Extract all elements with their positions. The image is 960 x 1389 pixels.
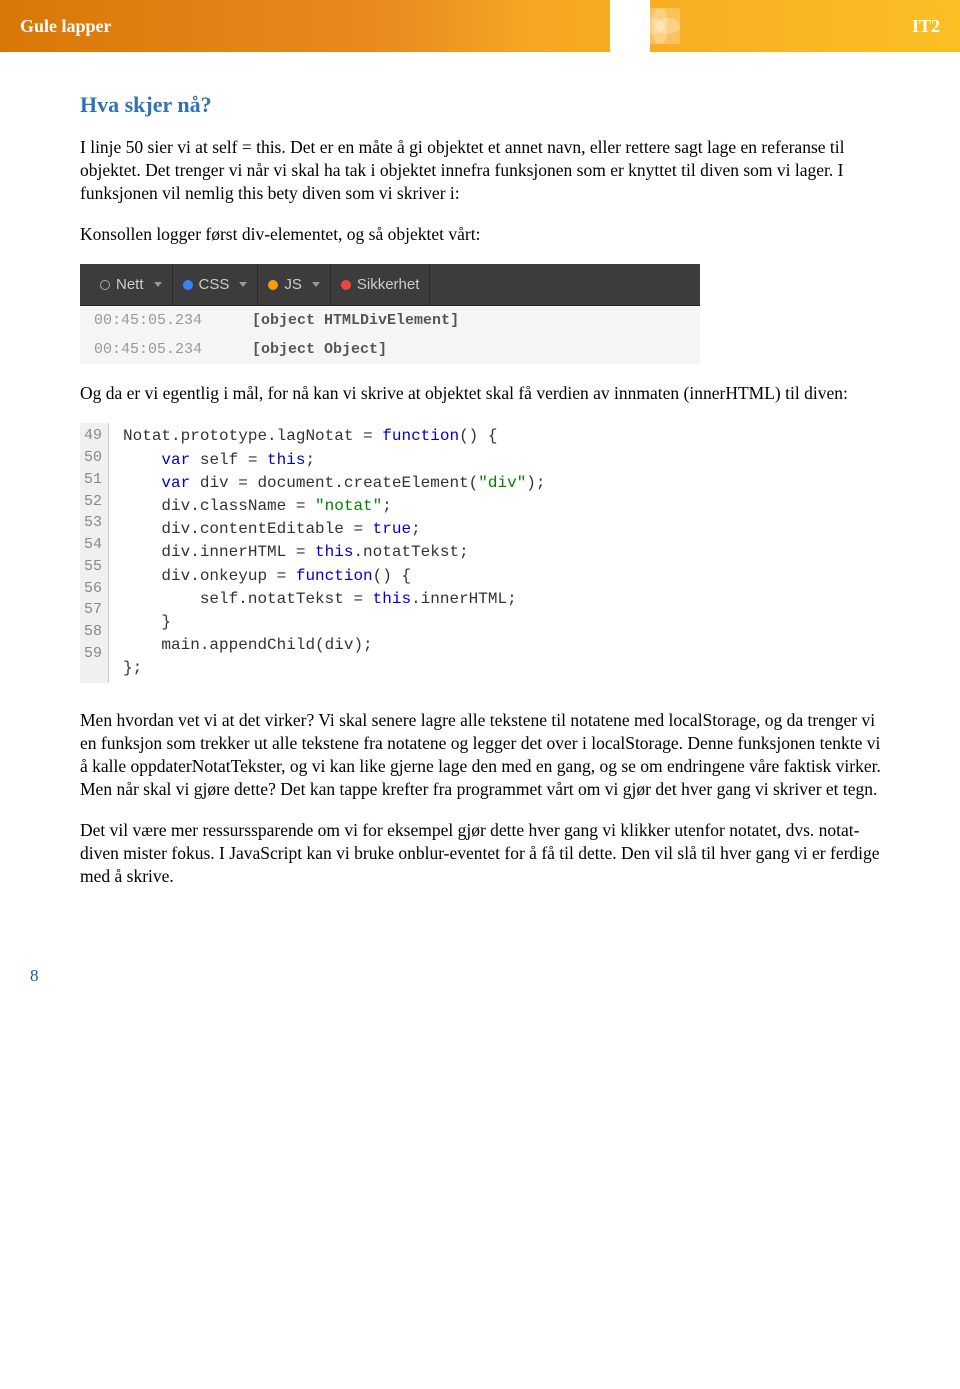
chevron-down-icon xyxy=(239,282,247,287)
header-title-left: Gule lapper xyxy=(20,16,112,37)
page-content: Hva skjer nå? I linje 50 sier vi at self… xyxy=(0,52,960,966)
tab-sikkerhet[interactable]: Sikkerhet xyxy=(331,264,431,305)
console-row: 00:45:05.234 [object Object] xyxy=(80,335,700,364)
console-row: 00:45:05.234 [object HTMLDivElement] xyxy=(80,306,700,335)
console-screenshot: Nett CSS JS Sikkerhet 00:45:05.234 [obje xyxy=(80,264,700,364)
timestamp: 00:45:05.234 xyxy=(94,341,202,358)
section-heading: Hva skjer nå? xyxy=(80,92,890,118)
tab-label: JS xyxy=(284,276,302,293)
timestamp: 00:45:05.234 xyxy=(94,312,202,329)
circle-icon xyxy=(183,280,193,290)
line-number-gutter: 49 50 51 52 53 54 55 56 57 58 59 xyxy=(80,423,109,682)
paragraph: Det vil være mer ressurssparende om vi f… xyxy=(80,819,890,888)
tab-label: Nett xyxy=(116,276,144,293)
console-output: 00:45:05.234 [object HTMLDivElement] 00:… xyxy=(80,306,700,364)
tab-nett[interactable]: Nett xyxy=(90,264,173,305)
log-message: [object Object] xyxy=(252,341,387,358)
code-content: Notat.prototype.lagNotat = function() { … xyxy=(109,423,545,682)
console-tabs: Nett CSS JS Sikkerhet xyxy=(80,264,700,306)
circle-icon xyxy=(100,280,110,290)
tab-label: Sikkerhet xyxy=(357,276,420,293)
tab-js[interactable]: JS xyxy=(258,264,331,305)
paragraph: Konsollen logger først div-elementet, og… xyxy=(80,223,890,246)
tab-label: CSS xyxy=(199,276,230,293)
circle-icon xyxy=(341,280,351,290)
circle-icon xyxy=(268,280,278,290)
tab-css[interactable]: CSS xyxy=(173,264,259,305)
header-title-right: IT2 xyxy=(912,16,940,37)
log-message: [object HTMLDivElement] xyxy=(252,312,459,329)
chevron-down-icon xyxy=(312,282,320,287)
page-footer: 8 xyxy=(0,966,960,1006)
paragraph: Og da er vi egentlig i mål, for nå kan v… xyxy=(80,382,890,405)
code-screenshot: 49 50 51 52 53 54 55 56 57 58 59 Notat.p… xyxy=(80,423,650,682)
chevron-down-icon xyxy=(154,282,162,287)
page-number: 8 xyxy=(30,966,39,986)
paragraph: I linje 50 sier vi at self = this. Det e… xyxy=(80,136,890,205)
page-header: Gule lapper IT2 xyxy=(0,0,960,52)
paragraph: Men hvordan vet vi at det virker? Vi ska… xyxy=(80,709,890,801)
